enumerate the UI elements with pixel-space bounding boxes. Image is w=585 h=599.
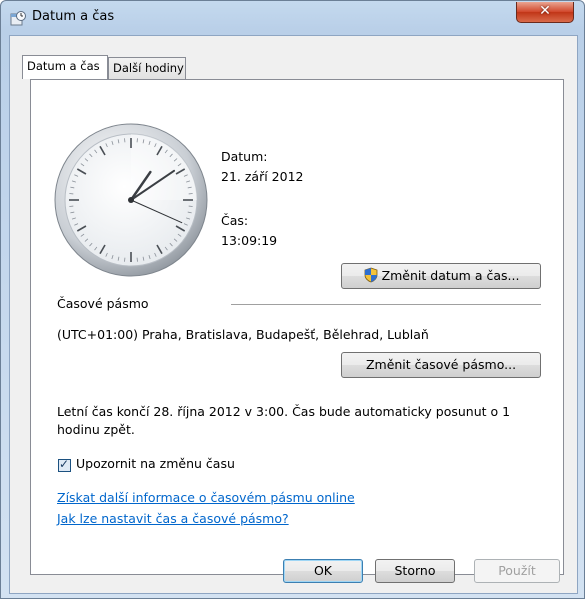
tab-additional-clocks[interactable]: Další hodiny bbox=[108, 57, 186, 79]
date-value: 21. září 2012 bbox=[221, 169, 304, 184]
tab-date-time[interactable]: Datum a čas bbox=[22, 55, 108, 79]
how-to-set-time-link[interactable]: Jak lze nastavit čas a časové pásmo? bbox=[57, 511, 289, 526]
change-datetime-label: Změnit datum a čas... bbox=[381, 268, 520, 283]
tab-label: Datum a čas bbox=[27, 59, 100, 73]
apply-button[interactable]: Použít bbox=[474, 559, 560, 583]
timezone-heading: Časové pásmo bbox=[57, 296, 149, 311]
close-button[interactable]: ✕ bbox=[516, 2, 574, 23]
cancel-button[interactable]: Storno bbox=[375, 559, 455, 583]
cancel-label: Storno bbox=[394, 563, 436, 578]
timezone-value: (UTC+01:00) Praha, Bratislava, Budapešť,… bbox=[57, 327, 429, 342]
time-value: 13:09:19 bbox=[221, 233, 278, 248]
analog-clock bbox=[54, 123, 208, 277]
notify-checkbox-label[interactable]: Upozornit na změnu času bbox=[76, 456, 235, 471]
apply-label: Použít bbox=[498, 563, 536, 578]
close-icon: ✕ bbox=[539, 3, 551, 19]
uac-shield-icon bbox=[364, 267, 377, 283]
date-time-control-panel-icon bbox=[10, 11, 26, 26]
ok-label: OK bbox=[313, 563, 333, 578]
clock-center bbox=[128, 197, 134, 203]
change-timezone-label: Změnit časové pásmo... bbox=[365, 357, 517, 372]
notify-checkbox[interactable]: ✓ bbox=[58, 457, 71, 472]
tab-panel: Datum: 21. září 2012 Čas: 13:09:19 Změni… bbox=[30, 79, 564, 575]
title-bar: Datum a čas ✕ bbox=[1, 1, 584, 35]
date-time-dialog: Datum a čas ✕ Datum a čas Další hodiny D… bbox=[0, 0, 585, 599]
change-timezone-button[interactable]: Změnit časové pásmo... bbox=[341, 352, 541, 378]
timezone-separator bbox=[231, 304, 541, 305]
timezone-info-link[interactable]: Získat další informace o časovém pásmu o… bbox=[57, 490, 355, 505]
ok-button[interactable]: OK bbox=[283, 559, 363, 583]
dialog-body: Datum a čas Další hodiny Datum: 21. září… bbox=[9, 35, 578, 594]
window-title: Datum a čas bbox=[32, 9, 115, 24]
change-datetime-button[interactable]: Změnit datum a čas... bbox=[341, 263, 541, 289]
checkmark-icon: ✓ bbox=[59, 457, 70, 471]
dst-info-line-1: Letní čas končí 28. října 2012 v 3:00. Č… bbox=[57, 404, 511, 419]
dst-info-line-2: hodinu zpět. bbox=[57, 422, 135, 437]
date-label: Datum: bbox=[221, 149, 268, 164]
time-label: Čas: bbox=[221, 213, 249, 228]
tab-label: Další hodiny bbox=[113, 61, 184, 75]
